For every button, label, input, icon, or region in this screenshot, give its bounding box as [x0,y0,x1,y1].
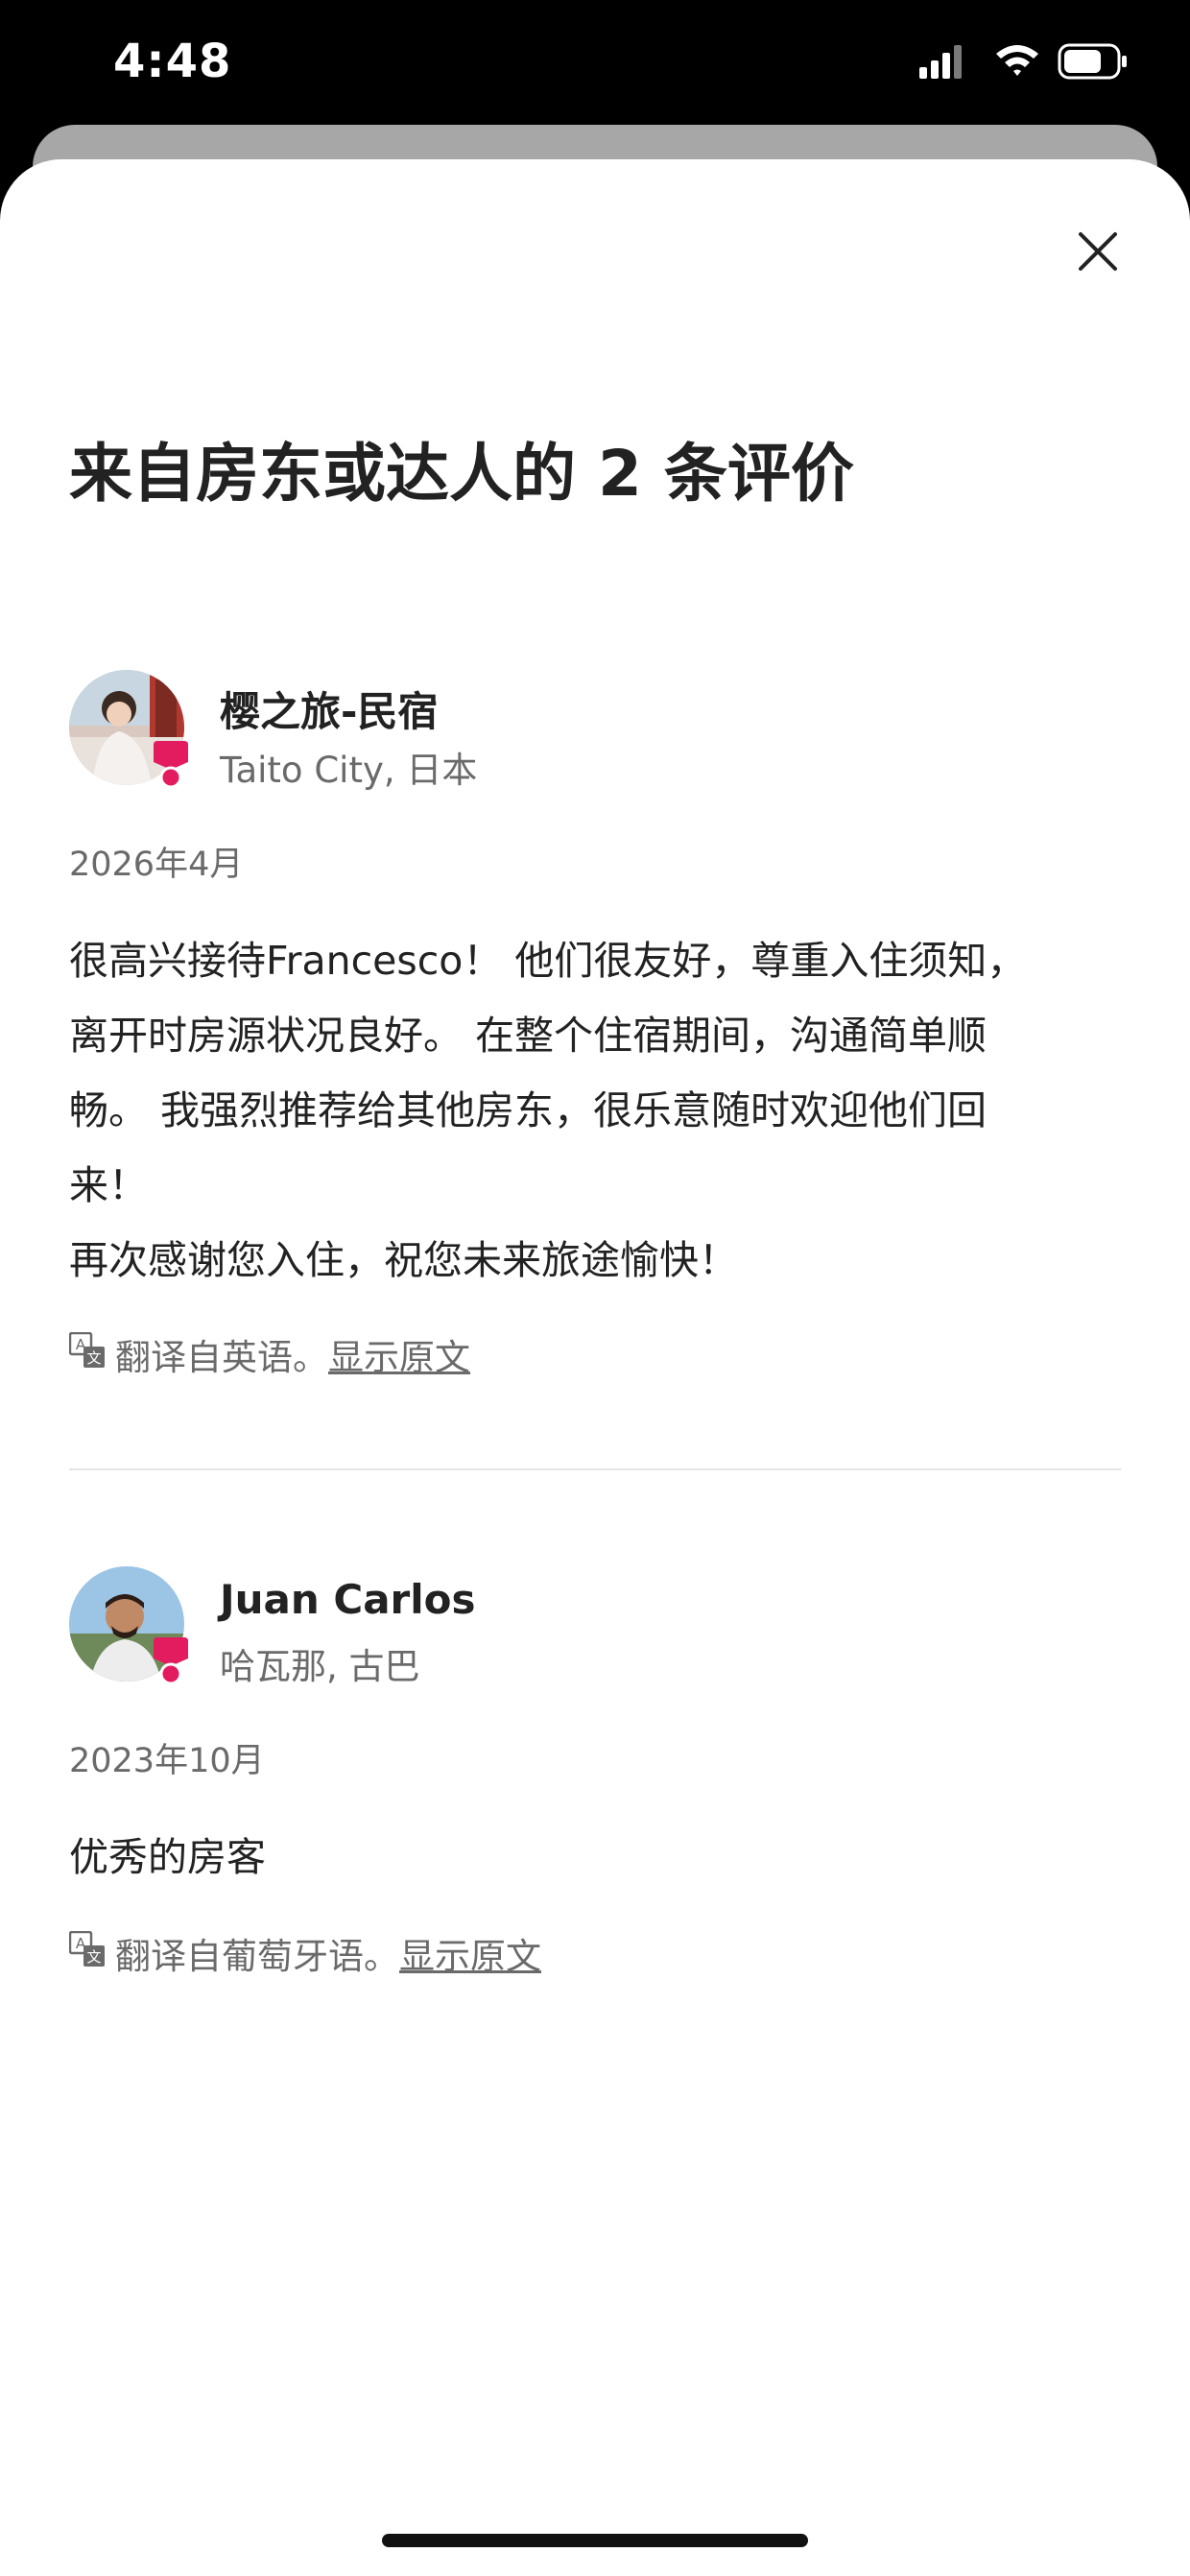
review-text: 优秀的房客 [69,1820,1125,1895]
status-bar: 4:48 [0,0,1190,125]
review-text-line: 来！ [69,1162,148,1208]
close-button[interactable] [1073,227,1123,276]
review-date: 2026年4月 [69,846,244,884]
svg-text:文: 文 [86,1349,101,1367]
show-original-link[interactable]: 显示原文 [328,1337,470,1378]
review-divider [69,1468,1121,1470]
translation-text: 翻译自英语。显示原文 [115,1328,470,1380]
review-text-line: 离开时房源状况良好。 在整个住宿期间，沟通简单顺 [69,1013,988,1059]
home-indicator[interactable] [382,2534,808,2547]
page-title: 来自房东或达人的 2 条评价 [69,437,854,511]
review-item: Juan Carlos 哈瓦那, 古巴 2023年10月 优秀的房客 A 文 翻… [69,1566,1125,1977]
translated-from-label: 翻译自葡萄牙语。 [115,1936,399,1977]
status-time: 4:48 [113,35,232,88]
screen: 4:48 来自房东或达人的 2 条评价 樱之旅-民宿 Taito City, 日… [0,0,1190,2576]
review-text-line: 优秀的房客 [69,1834,266,1880]
verified-host-badge-icon [154,741,188,789]
reviewer-location: Taito City, 日本 [220,750,478,791]
translation-text: 翻译自葡萄牙语。显示原文 [115,1927,541,1979]
review-text-line: 很高兴接待Francesco！ 他们很友好，尊重入住须知， [69,938,1027,984]
review-text-line: 再次感谢您入住，祝您未来旅途愉快！ [69,1237,738,1283]
translate-icon: A 文 [69,1931,105,1967]
review-date: 2023年10月 [69,1742,265,1780]
reviewer-name: 樱之旅-民宿 [220,688,439,735]
battery-icon [1058,43,1127,80]
show-original-link[interactable]: 显示原文 [399,1936,541,1977]
cellular-signal-icon [919,45,962,79]
close-icon [1079,232,1117,271]
svg-text:文: 文 [86,1948,101,1966]
translate-icon: A 文 [69,1332,105,1368]
reviewer-name: Juan Carlos [220,1576,476,1623]
review-item: 樱之旅-民宿 Taito City, 日本 2026年4月 很高兴接待Franc… [69,670,1125,1399]
translated-from-label: 翻译自英语。 [115,1337,328,1378]
status-icons [919,43,1127,80]
verified-host-badge-icon [154,1637,188,1685]
review-text: 很高兴接待Francesco！ 他们很友好，尊重入住须知， 离开时房源状况良好。… [69,923,1125,1298]
wifi-icon [996,45,1038,76]
reviewer-location: 哈瓦那, 古巴 [220,1646,420,1687]
review-text-line: 畅。 我强烈推荐给其他房东，很乐意随时欢迎他们回 [69,1087,988,1133]
